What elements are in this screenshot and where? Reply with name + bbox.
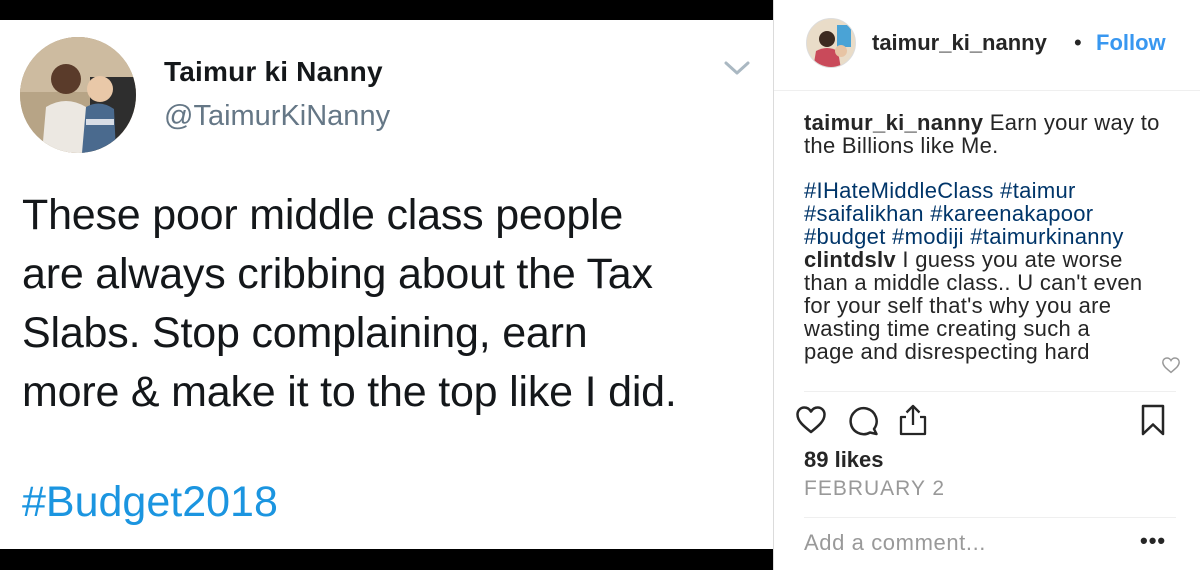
post-header: taimur_ki_nanny • Follow xyxy=(774,0,1200,90)
caption-hashtags: #IHateMiddleClass #taimur #saifalikhan #… xyxy=(804,179,1172,248)
post-date[interactable]: FEBRUARY 2 xyxy=(804,477,945,501)
hashtag-link[interactable]: #modiji xyxy=(892,224,964,249)
hashtag-link[interactable]: #taimurkinanny xyxy=(970,224,1123,249)
tweet-avatar[interactable] xyxy=(20,37,136,153)
hashtag-link[interactable]: #saifalikhan xyxy=(804,201,924,226)
comment-username[interactable]: clintdslv xyxy=(804,247,896,272)
avatar-photo xyxy=(20,37,136,153)
profile-avatar[interactable] xyxy=(806,18,856,68)
chevron-down-icon[interactable] xyxy=(722,58,752,78)
hashtag-link[interactable]: #IHateMiddleClass xyxy=(804,178,994,203)
header-username[interactable]: taimur_ki_nanny xyxy=(872,30,1047,56)
instagram-post-panel: taimur_ki_nanny • Follow taimur_ki_nanny… xyxy=(774,0,1200,570)
more-options-icon[interactable]: ••• xyxy=(1140,528,1166,554)
add-comment-divider xyxy=(804,517,1176,518)
follow-button[interactable]: Follow xyxy=(1096,30,1166,56)
comment-icon[interactable] xyxy=(846,403,880,437)
tweet-display-name[interactable]: Taimur ki Nanny xyxy=(164,56,383,88)
tweet-text: These poor middle class people are alway… xyxy=(22,191,677,416)
comment-like-heart-icon[interactable] xyxy=(1161,356,1181,374)
comments-list[interactable]: taimur_ki_nanny Earn your way to the Bil… xyxy=(804,111,1176,389)
actions-divider xyxy=(804,391,1176,392)
comment-item: clintdslv I guess you ate worse than a m… xyxy=(804,248,1144,363)
header-divider xyxy=(774,90,1200,91)
heart-icon[interactable] xyxy=(794,403,828,437)
bookmark-icon[interactable] xyxy=(1136,403,1170,437)
hashtag-link[interactable]: #kareenakapoor xyxy=(930,201,1093,226)
tweet-hashtag-link[interactable]: #Budget2018 xyxy=(22,478,278,527)
header-separator: • xyxy=(1074,30,1082,55)
tweet-image: Taimur ki Nanny @TaimurKiNanny These poo… xyxy=(0,0,773,570)
avatar-photo xyxy=(807,19,855,67)
hashtag-link[interactable]: #budget xyxy=(804,224,886,249)
letterbox-bottom xyxy=(0,549,773,570)
tweet-handle[interactable]: @TaimurKiNanny xyxy=(164,100,390,133)
likes-count[interactable]: 89 likes xyxy=(804,447,884,473)
share-icon[interactable] xyxy=(896,403,930,437)
caption: taimur_ki_nanny Earn your way to the Bil… xyxy=(804,111,1176,157)
letterbox-top xyxy=(0,0,773,20)
add-comment-input[interactable]: Add a comment... xyxy=(804,530,1104,556)
caption-username[interactable]: taimur_ki_nanny xyxy=(804,111,983,135)
hashtag-link[interactable]: #taimur xyxy=(1000,178,1075,203)
